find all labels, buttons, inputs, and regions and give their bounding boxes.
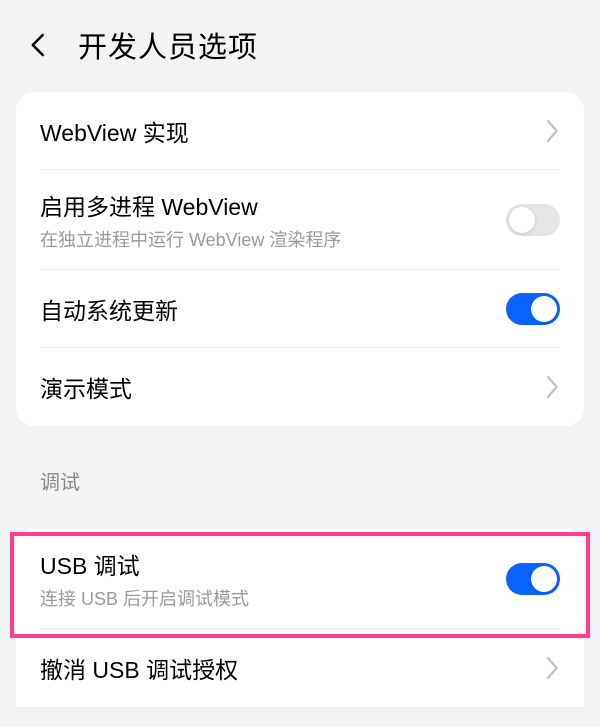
header: 开发人员选项: [0, 0, 600, 86]
toggle-multiprocess-webview[interactable]: [506, 204, 560, 236]
chevron-right-icon: [546, 376, 560, 398]
row-content: 撤消 USB 调试授权: [40, 651, 538, 685]
row-multiprocess-webview[interactable]: 启用多进程 WebView 在独立进程中运行 WebView 渲染程序: [16, 170, 584, 270]
row-title: USB 调试: [40, 547, 506, 581]
row-content: 自动系统更新: [40, 292, 506, 326]
chevron-right-icon: [546, 657, 560, 679]
row-title: 撤消 USB 调试授权: [40, 651, 538, 685]
row-title: 启用多进程 WebView: [40, 188, 506, 222]
row-subtitle: 在独立进程中运行 WebView 渲染程序: [40, 226, 506, 252]
toggle-knob: [531, 296, 557, 322]
row-content: USB 调试 连接 USB 后开启调试模式: [40, 547, 506, 611]
row-demo-mode[interactable]: 演示模式: [16, 348, 584, 426]
row-title: 演示模式: [40, 370, 538, 404]
row-title: WebView 实现: [40, 114, 538, 148]
settings-group-1: WebView 实现 启用多进程 WebView 在独立进程中运行 WebVie…: [16, 92, 584, 426]
row-auto-system-update[interactable]: 自动系统更新: [16, 270, 584, 348]
toggle-knob: [509, 207, 535, 233]
row-content: 演示模式: [40, 370, 538, 404]
settings-group-2: USB 调试 连接 USB 后开启调试模式 撤消 USB 调试授权: [16, 529, 584, 707]
row-title: 自动系统更新: [40, 292, 506, 326]
toggle-knob: [531, 566, 557, 592]
page-title: 开发人员选项: [78, 24, 258, 66]
row-revoke-usb-debug[interactable]: 撤消 USB 调试授权: [16, 629, 584, 707]
row-content: 启用多进程 WebView 在独立进程中运行 WebView 渲染程序: [40, 188, 506, 252]
chevron-right-icon: [546, 120, 560, 142]
section-header-debug: 调试: [0, 426, 600, 509]
row-usb-debug[interactable]: USB 调试 连接 USB 后开启调试模式: [16, 529, 584, 629]
row-webview-implementation[interactable]: WebView 实现: [16, 92, 584, 170]
toggle-auto-system-update[interactable]: [506, 293, 560, 325]
back-button[interactable]: [24, 30, 54, 60]
row-content: WebView 实现: [40, 114, 538, 148]
arrow-left-icon: [24, 30, 54, 60]
row-subtitle: 连接 USB 后开启调试模式: [40, 585, 506, 611]
toggle-usb-debug[interactable]: [506, 563, 560, 595]
